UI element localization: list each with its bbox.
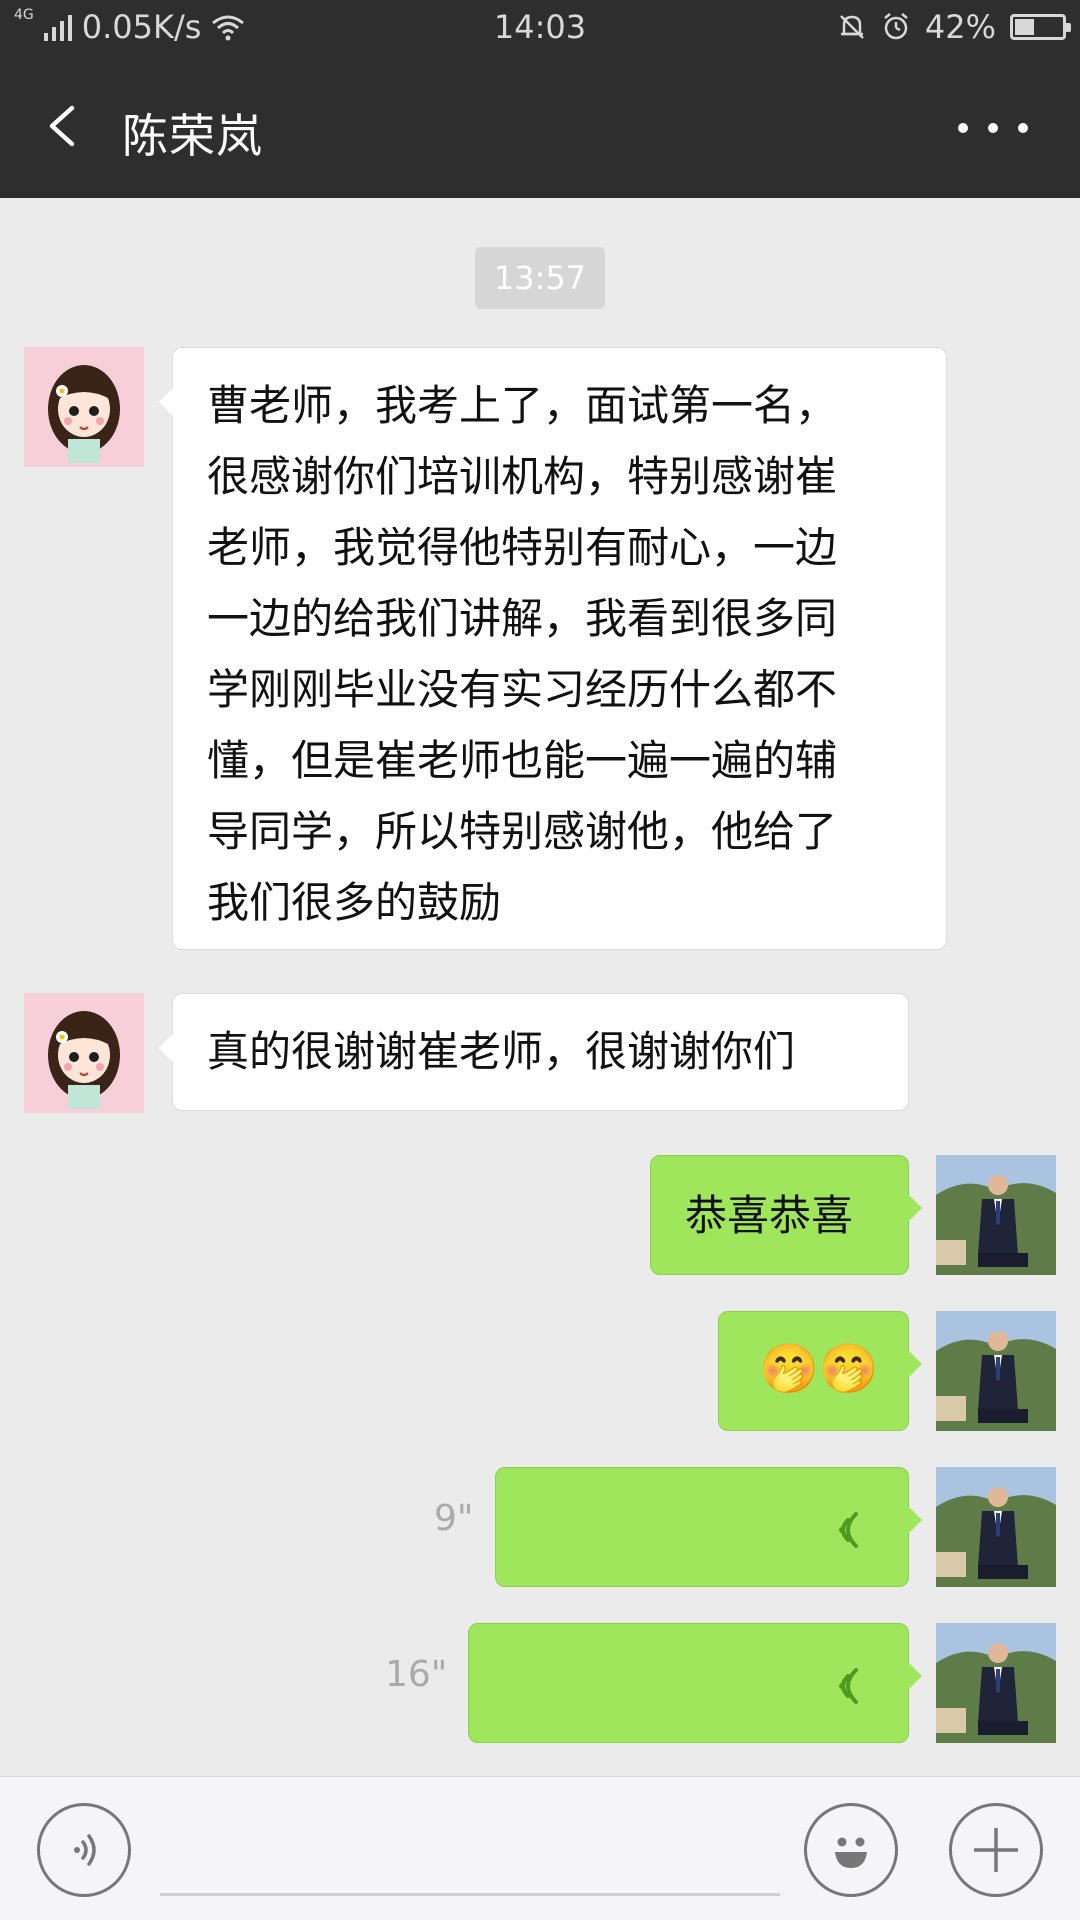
back-button[interactable] <box>38 96 98 156</box>
my-avatar[interactable] <box>936 1623 1056 1743</box>
voice-duration: 16" <box>385 1654 448 1695</box>
message-line: 我们很多的鼓励 <box>207 878 502 927</box>
more-dots-icon <box>1018 123 1028 133</box>
alarm-icon <box>884 13 908 40</box>
cartoon-girl-avatar <box>24 993 144 1113</box>
emoji-message: 🤭🤭 <box>759 1341 879 1397</box>
chevron-left-icon <box>49 105 75 147</box>
emoji-button[interactable] <box>804 1803 898 1897</box>
message-text: 恭喜恭喜 <box>685 1191 854 1240</box>
more-dots-icon <box>988 123 998 133</box>
more-button[interactable] <box>958 108 1028 148</box>
message-bubble-sent[interactable]: 🤭🤭 <box>718 1311 922 1431</box>
bell-off-icon <box>839 15 864 39</box>
my-avatar[interactable] <box>936 1467 1056 1587</box>
message-bubble-sent[interactable]: 恭喜恭喜 <box>650 1155 922 1275</box>
voice-input-icon <box>74 1834 96 1866</box>
more-actions-button[interactable] <box>949 1803 1043 1897</box>
man-photo-avatar <box>936 1311 1056 1431</box>
plus-icon <box>974 1828 1018 1872</box>
cartoon-girl-avatar <box>24 347 144 467</box>
battery-level <box>1015 19 1034 35</box>
chat-title: 陈荣岚 <box>122 109 263 163</box>
voice-wave-icon <box>839 1668 858 1704</box>
message-line: 很感谢你们培训机构，特别感谢崔 <box>207 452 838 501</box>
battery-icon <box>1010 14 1071 40</box>
battery-percent: 42% <box>924 8 996 46</box>
voice-message-bubble[interactable] <box>468 1623 922 1743</box>
man-photo-avatar <box>936 1155 1056 1275</box>
contact-avatar[interactable] <box>24 347 144 467</box>
message-line: 导同学，所以特别感谢他，他给了 <box>207 807 838 856</box>
voice-message-bubble[interactable] <box>495 1467 922 1587</box>
smiley-icon <box>835 1837 867 1868</box>
voice-duration: 9" <box>434 1498 474 1539</box>
voice-wave-icon <box>839 1512 858 1548</box>
status-bar: 4G 0.05K/s 14:03 42% <box>0 0 1080 56</box>
my-avatar[interactable] <box>936 1155 1056 1275</box>
message-line: 老师，我觉得他特别有耐心，一边 <box>207 523 838 572</box>
message-bubble-received[interactable]: 真的很谢谢崔老师，很谢谢你们 <box>159 993 909 1111</box>
my-avatar[interactable] <box>936 1311 1056 1431</box>
contact-avatar[interactable] <box>24 993 144 1113</box>
input-bar <box>0 1776 1080 1920</box>
man-photo-avatar <box>936 1623 1056 1743</box>
man-photo-avatar <box>936 1467 1056 1587</box>
message-line: 一边的给我们讲解，我看到很多同 <box>207 594 838 643</box>
message-line: 懂，但是崔老师也能一遍一遍的辅 <box>207 736 838 785</box>
chat-header: 陈荣岚 <box>0 56 1080 198</box>
message-input-field[interactable] <box>160 1893 780 1896</box>
message-line: 学刚刚毕业没有实习经历什么都不 <box>207 665 838 714</box>
more-dots-icon <box>958 123 968 133</box>
message-timestamp: 13:57 <box>475 247 605 309</box>
message-line: 曹老师，我考上了，面试第一名， <box>207 381 838 430</box>
message-bubble-received[interactable]: 曹老师，我考上了，面试第一名， 很感谢你们培训机构，特别感谢崔 老师，我觉得他特… <box>159 347 947 950</box>
status-right: 42% <box>837 8 1071 46</box>
message-text: 真的很谢谢崔老师，很谢谢你们 <box>207 1027 796 1076</box>
voice-input-button[interactable] <box>37 1803 131 1897</box>
